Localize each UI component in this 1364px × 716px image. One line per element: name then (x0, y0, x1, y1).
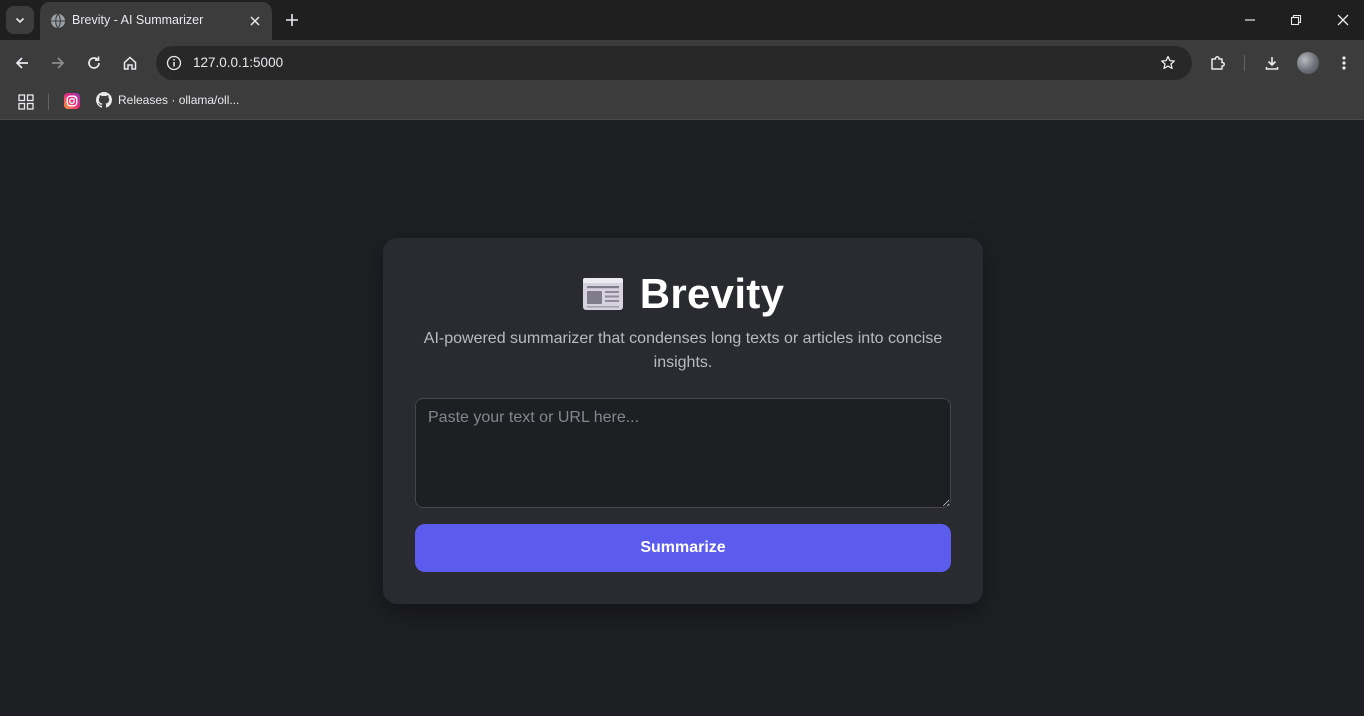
brand-header: Brevity (383, 268, 983, 320)
minimize-button[interactable] (1240, 10, 1260, 30)
browser-tab[interactable]: Brevity - AI Summarizer (40, 2, 272, 40)
profile-avatar[interactable] (1297, 52, 1319, 74)
instagram-icon[interactable] (64, 93, 80, 109)
home-icon (123, 56, 137, 70)
tab-title: Brevity - AI Summarizer (72, 13, 204, 27)
arrow-left-icon (15, 57, 28, 69)
close-icon (1337, 14, 1349, 26)
browser-menu-button[interactable] (1332, 51, 1356, 75)
downloads-button[interactable] (1260, 51, 1284, 75)
reload-icon (88, 56, 100, 69)
bookmark-label[interactable]: Releases · ollama/oll... (118, 93, 239, 107)
star-icon (1161, 55, 1175, 70)
address-bar[interactable]: 127.0.0.1:5000 (156, 46, 1192, 80)
restore-icon (1290, 14, 1302, 26)
browser-tab-strip: Brevity - AI Summarizer (0, 0, 1364, 40)
apps-grid-icon[interactable] (17, 93, 35, 111)
extensions-button[interactable] (1206, 51, 1230, 75)
app-subtitle: AI-powered summarizer that condenses lon… (423, 330, 943, 371)
chevron-down-icon (15, 17, 25, 24)
github-icon[interactable] (96, 92, 112, 108)
window-close-button[interactable] (1333, 10, 1353, 30)
app-title: Brevity (639, 270, 785, 317)
close-icon (250, 16, 260, 26)
text-url-input[interactable] (415, 398, 951, 508)
toolbar-divider (1244, 55, 1245, 71)
forward-button[interactable] (46, 51, 70, 75)
puzzle-icon (1211, 56, 1225, 70)
new-tab-button[interactable] (282, 10, 302, 30)
page-viewport: Brevity AI-powered summarizer that conde… (0, 121, 1364, 716)
newspaper-icon (582, 278, 623, 310)
info-icon (166, 55, 182, 71)
tab-search-button[interactable] (6, 6, 34, 34)
summarize-button[interactable]: Summarize (415, 524, 951, 572)
more-vertical-icon (1342, 56, 1346, 70)
bookmark-star-button[interactable] (1158, 53, 1178, 73)
restore-button[interactable] (1286, 10, 1306, 30)
browser-toolbar: 127.0.0.1:5000 (0, 40, 1364, 86)
arrow-right-icon (52, 57, 65, 69)
site-info-button[interactable] (164, 53, 184, 73)
bookmarks-bar: Releases · ollama/oll... (0, 86, 1364, 120)
summarizer-card: Brevity AI-powered summarizer that conde… (383, 238, 983, 604)
home-button[interactable] (118, 51, 142, 75)
back-button[interactable] (10, 51, 34, 75)
tab-close-button[interactable] (246, 12, 264, 30)
bookmarks-divider (48, 94, 49, 110)
plus-icon (286, 14, 298, 26)
reload-button[interactable] (82, 51, 106, 75)
address-bar-url[interactable]: 127.0.0.1:5000 (193, 55, 283, 70)
download-icon (1265, 57, 1279, 70)
minimize-icon (1245, 19, 1255, 21)
globe-icon (51, 13, 65, 29)
